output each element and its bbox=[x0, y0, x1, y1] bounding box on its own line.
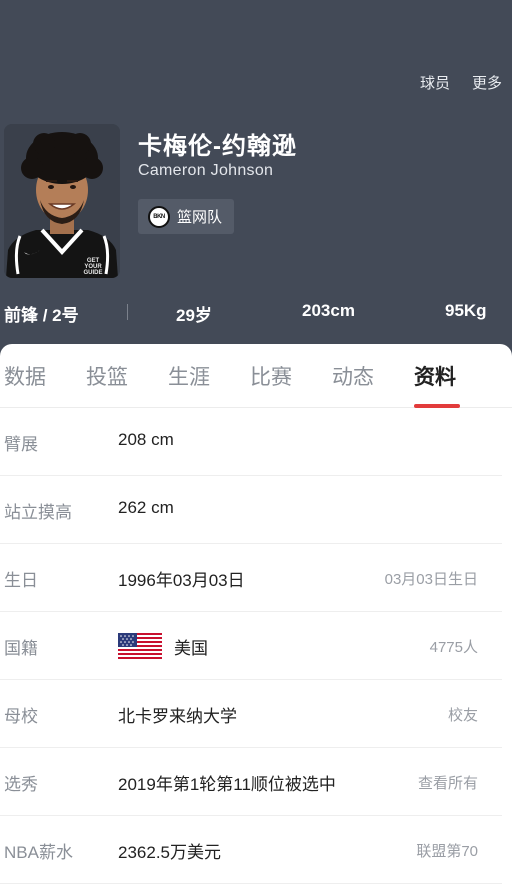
row-value: 1996年03月03日 bbox=[118, 571, 245, 590]
tab-shooting[interactable]: 投篮 bbox=[86, 361, 128, 391]
birthday-link[interactable]: 03月03日生日 bbox=[385, 568, 478, 589]
row-label: 国籍 bbox=[4, 639, 38, 658]
row-label: 选秀 bbox=[4, 775, 38, 794]
nets-logo-icon: BKN bbox=[148, 205, 170, 228]
tab-games[interactable]: 比赛 bbox=[250, 361, 292, 391]
player-avatar: GET YOUR GUIDE bbox=[4, 124, 120, 278]
row-label: 生日 bbox=[4, 571, 38, 590]
player-name-en: Cameron Johnson bbox=[138, 162, 274, 179]
stat-divider bbox=[127, 304, 128, 320]
more-link[interactable]: 更多 bbox=[472, 72, 502, 93]
jersey-sponsor-text: GET YOUR GUIDE bbox=[83, 258, 103, 276]
row-value: 北卡罗来纳大学 bbox=[118, 707, 237, 726]
profile-row-wingspan: 臂展 208 cm bbox=[0, 408, 502, 476]
profile-row-college[interactable]: 母校 北卡罗来纳大学 校友 bbox=[0, 680, 502, 748]
tab-profile[interactable]: 资料 bbox=[414, 361, 456, 391]
players-link[interactable]: 球员 bbox=[420, 72, 450, 93]
profile-row-salary[interactable]: NBA薪水 2362.5万美元 联盟第70 bbox=[0, 816, 502, 884]
row-value: 262 cm bbox=[118, 498, 174, 517]
player-header: 球员 更多 GET YOUR GUIDE 卡梅伦-约翰逊 Cameron Joh… bbox=[0, 0, 512, 360]
row-value: 2362.5万美元 bbox=[118, 843, 221, 862]
profile-row-standing-reach: 站立摸高 262 cm bbox=[0, 476, 502, 544]
player-photo bbox=[4, 124, 120, 278]
stat-age: 29岁 bbox=[176, 306, 212, 325]
tab-bar: 数据 投篮 生涯 比赛 动态 资料 bbox=[0, 344, 512, 408]
row-value: 美国 bbox=[174, 639, 208, 658]
profile-row-birthday[interactable]: 生日 1996年03月03日 03月03日生日 bbox=[0, 544, 502, 612]
stat-position: 前锋 / 2号 bbox=[4, 306, 79, 325]
top-links: 球员 更多 bbox=[420, 72, 502, 93]
player-stats: 前锋 / 2号 29岁 203cm 95Kg bbox=[0, 298, 512, 326]
row-label: NBA薪水 bbox=[4, 843, 73, 862]
team-name: 篮网队 bbox=[177, 209, 223, 226]
row-label: 臂展 bbox=[4, 435, 38, 454]
tab-data[interactable]: 数据 bbox=[4, 361, 46, 391]
nationality-count-link[interactable]: 4775人 bbox=[430, 636, 478, 657]
row-label: 母校 bbox=[4, 707, 38, 726]
content-sheet: 数据 投篮 生涯 比赛 动态 资料 臂展 208 cm 站立摸高 262 cm … bbox=[0, 344, 512, 891]
team-logo-text: BKN bbox=[153, 213, 165, 220]
row-label: 站立摸高 bbox=[4, 503, 72, 522]
us-flag-icon bbox=[118, 633, 162, 659]
profile-row-draft[interactable]: 选秀 2019年第1轮第11顺位被选中 查看所有 bbox=[0, 748, 502, 816]
stat-weight: 95Kg bbox=[445, 301, 487, 320]
stat-height: 203cm bbox=[302, 301, 355, 320]
profile-row-nationality[interactable]: 国籍 美国 4775人 bbox=[0, 612, 502, 680]
row-value: 2019年第1轮第11顺位被选中 bbox=[118, 775, 336, 794]
tab-news[interactable]: 动态 bbox=[332, 361, 374, 391]
team-chip[interactable]: BKN 篮网队 bbox=[138, 199, 235, 234]
row-value: 208 cm bbox=[118, 430, 174, 449]
salary-rank-link[interactable]: 联盟第70 bbox=[416, 840, 478, 861]
tab-career[interactable]: 生涯 bbox=[168, 361, 210, 391]
alumni-link[interactable]: 校友 bbox=[448, 704, 478, 725]
player-name-cn: 卡梅伦-约翰逊 bbox=[138, 133, 297, 160]
view-all-link[interactable]: 查看所有 bbox=[418, 772, 478, 793]
